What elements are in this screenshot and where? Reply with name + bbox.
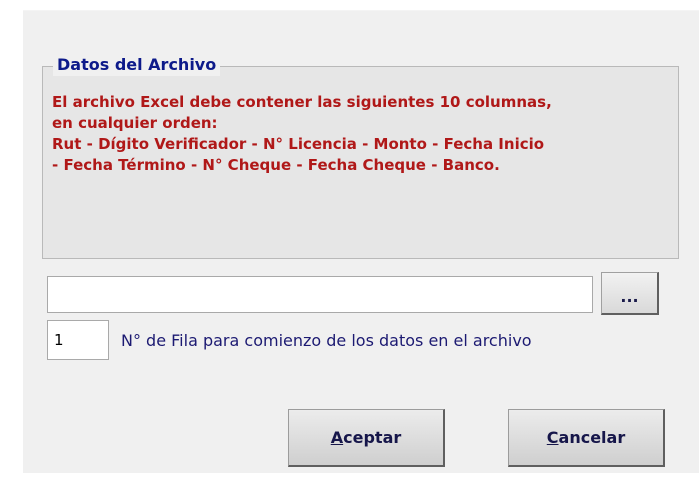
accept-label: ceptar: [343, 428, 402, 447]
instruction-line: Rut - Dígito Verificador - N° Licencia -…: [52, 135, 545, 153]
start-row-input[interactable]: [47, 320, 109, 360]
browse-button[interactable]: ...: [601, 272, 659, 315]
groupbox-title: Datos del Archivo: [53, 54, 221, 76]
cancel-mnemonic: C: [546, 428, 559, 447]
start-row-label: N° de Fila para comienzo de los datos en…: [121, 331, 532, 350]
accept-mnemonic: A: [330, 428, 344, 447]
cancel-button[interactable]: Cancelar: [508, 409, 665, 467]
accept-button[interactable]: Aceptar: [288, 409, 445, 467]
instruction-line: El archivo Excel debe contener las sigui…: [52, 93, 552, 111]
instruction-line: en cualquier orden:: [52, 114, 218, 132]
instructions-text: El archivo Excel debe contener las sigui…: [52, 92, 674, 176]
file-path-input[interactable]: [47, 276, 593, 313]
cancel-label: ancelar: [558, 428, 626, 447]
instruction-line: - Fecha Término - N° Cheque - Fecha Cheq…: [52, 156, 500, 174]
